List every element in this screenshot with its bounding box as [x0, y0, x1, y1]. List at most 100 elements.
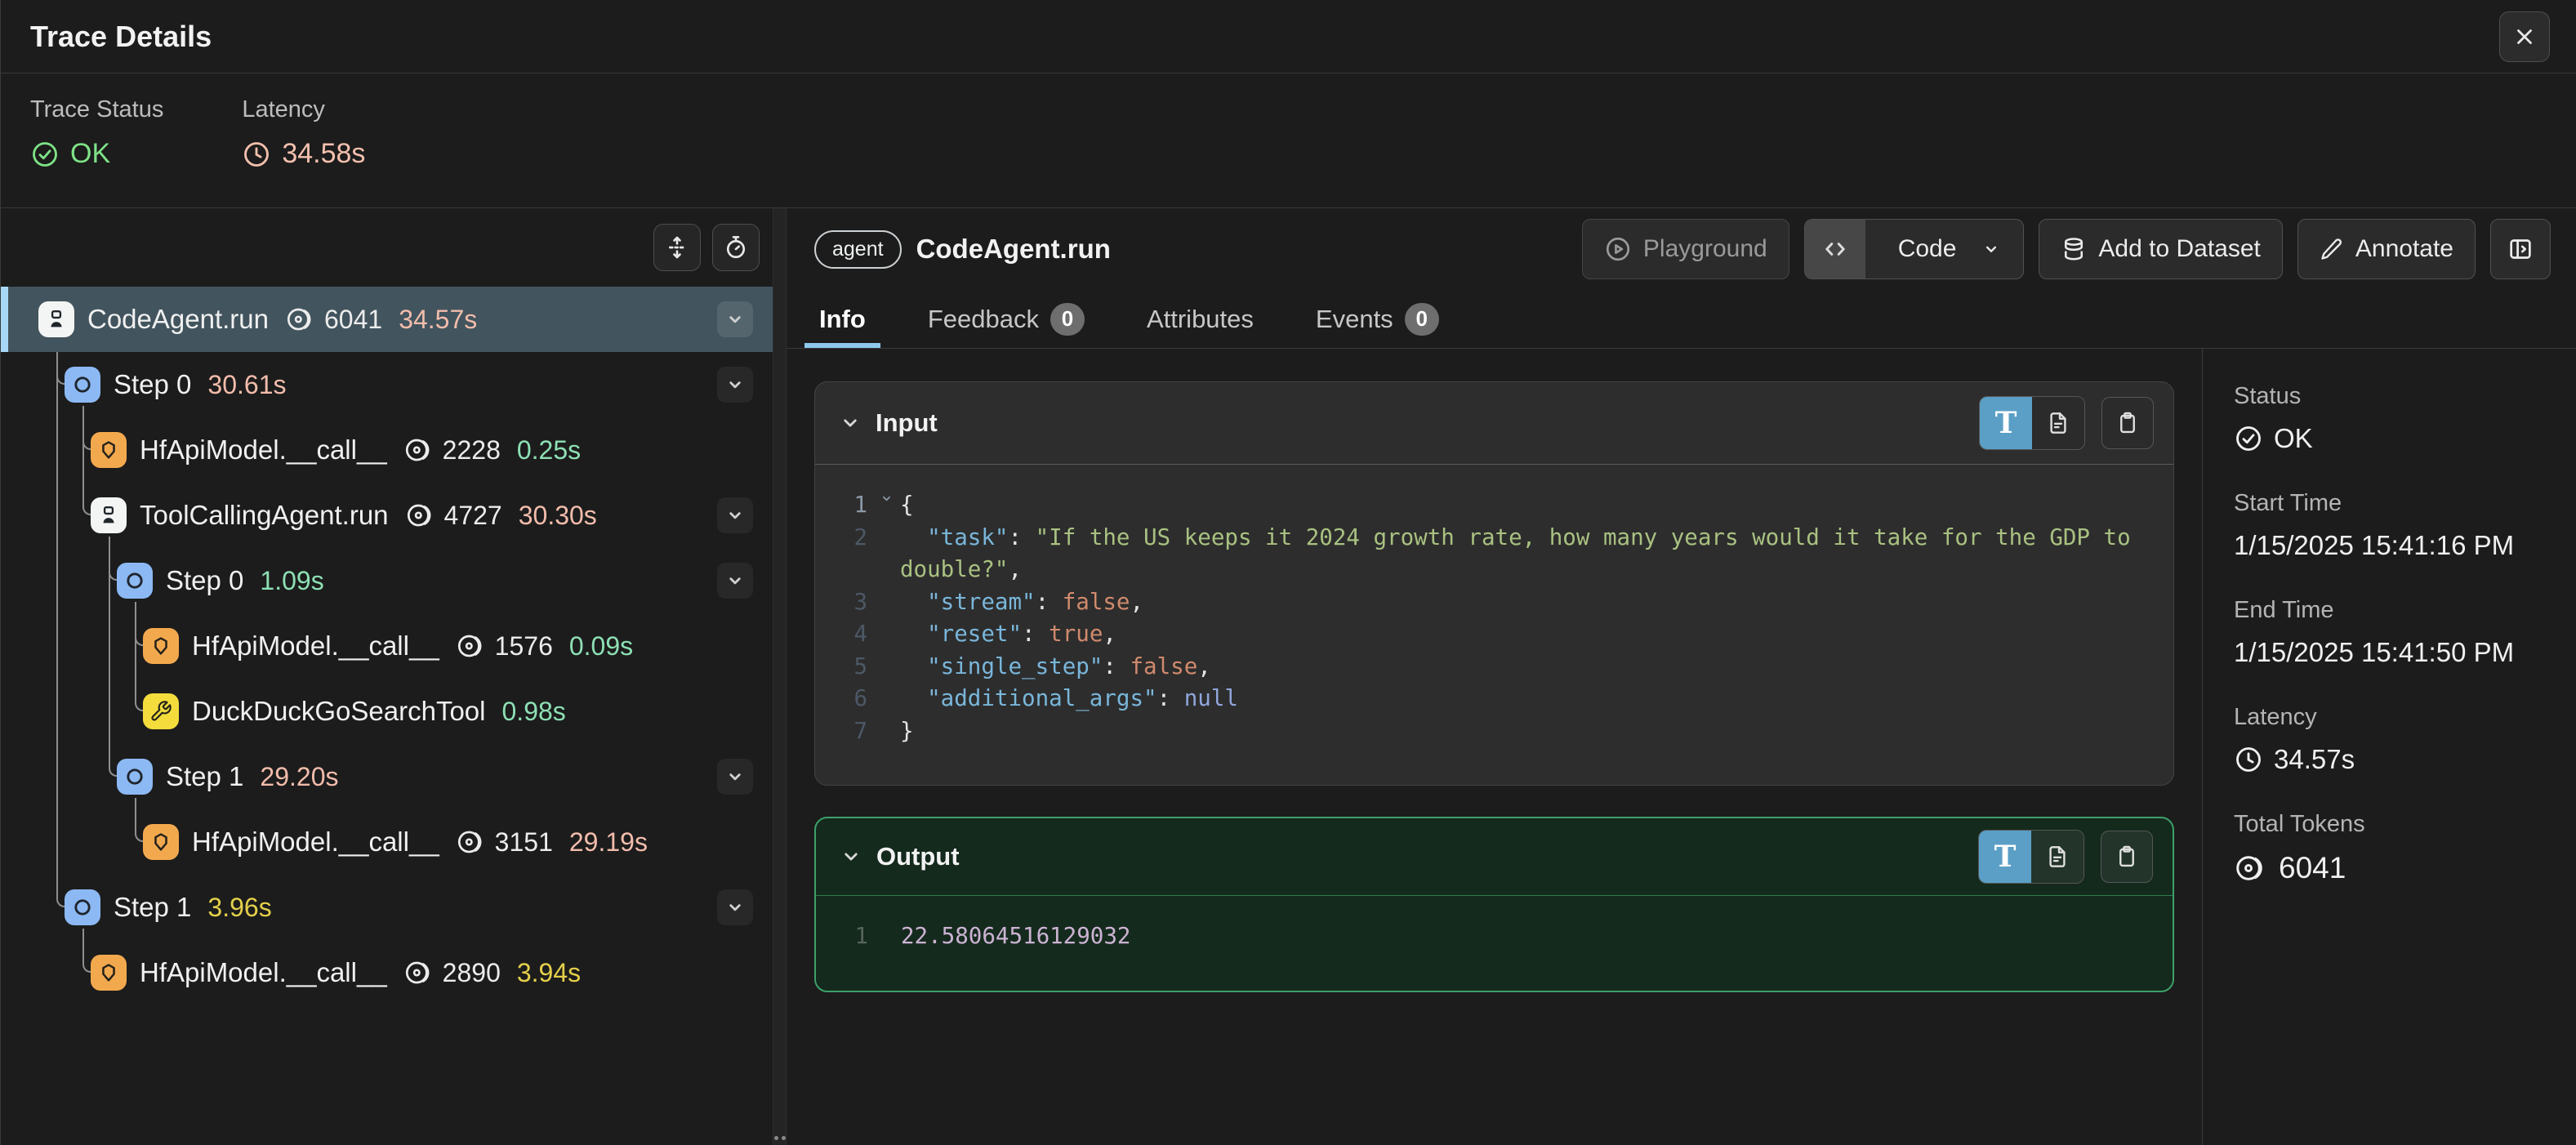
formatted-mode-button[interactable] [2031, 831, 2084, 883]
span-row-hfapimodel-call[interactable]: HfApiModel.__call__ 2228 0.25s [1, 417, 773, 483]
code-token [900, 685, 927, 711]
copy-button[interactable] [2101, 397, 2154, 449]
tokens-icon [403, 957, 435, 988]
token-count-value: 4727 [444, 501, 502, 531]
line-number: 1 [815, 489, 874, 522]
playground-button[interactable]: Playground [1582, 219, 1789, 279]
step-icon [65, 367, 100, 403]
output-section-title: Output [876, 842, 1978, 871]
span-label: Step 1 [114, 892, 191, 923]
collapse-chevron-button[interactable] [717, 301, 753, 337]
line-number: 3 [815, 586, 874, 619]
tokens-icon [405, 500, 436, 531]
format-select-dropdown[interactable]: Code [1804, 219, 2025, 279]
collapse-chevron-button[interactable] [717, 759, 753, 795]
tool-wrench-icon [143, 693, 179, 729]
span-row-step0[interactable]: Step 0 30.61s [1, 352, 773, 417]
text-mode-button[interactable]: T [1980, 397, 2032, 449]
fold-chevron-icon[interactable] [880, 492, 894, 506]
output-section: Output T [814, 817, 2174, 992]
clock-icon [242, 140, 271, 169]
chevron-down-icon [724, 504, 747, 527]
span-row-hfapimodel-call[interactable]: HfApiModel.__call__ 1576 0.09s [1, 613, 773, 679]
latency-label: Latency [2234, 704, 2560, 731]
token-count-value: 2890 [443, 958, 501, 988]
span-row-hfapimodel-call[interactable]: HfApiModel.__call__ 3151 29.19s [1, 809, 773, 875]
stopwatch-icon [723, 234, 749, 261]
copy-button[interactable] [2101, 831, 2153, 883]
token-count-value: 3151 [495, 827, 553, 858]
file-text-icon [2044, 844, 2070, 870]
annotate-label: Annotate [2355, 235, 2453, 263]
span-detail-panel: agent CodeAgent.run Playground Code [787, 208, 2576, 1145]
span-latency: 0.09s [569, 631, 633, 662]
line-number: 2 [815, 522, 874, 586]
code-brackets-icon [1805, 220, 1865, 278]
content-area: CodeAgent.run 6041 34.57s Step 0 [1, 208, 2576, 1145]
chevron-down-icon [838, 411, 862, 435]
code-token: : [1103, 653, 1130, 679]
code-token: "reset" [927, 621, 1022, 647]
text-mode-label: T [1995, 406, 2017, 440]
close-button[interactable] [2499, 11, 2550, 62]
code-token [900, 589, 927, 615]
chevron-down-icon [724, 765, 747, 788]
collapse-chevron-button[interactable] [717, 367, 753, 403]
annotate-button[interactable]: Annotate [2297, 219, 2476, 279]
line-number: 1 [816, 920, 875, 953]
latency-toggle-button[interactable] [712, 224, 760, 271]
status-group: Status OK [2234, 383, 2560, 454]
check-circle-icon [30, 140, 60, 169]
add-to-dataset-button[interactable]: Add to Dataset [2039, 219, 2282, 279]
model-icon [143, 824, 179, 860]
close-icon [2512, 25, 2537, 49]
code-token: "If the US keeps it 2024 growth rate, ho… [900, 524, 2144, 583]
token-count: 2228 [403, 434, 501, 466]
span-row-codeagent-run[interactable]: CodeAgent.run 6041 34.57s [1, 287, 773, 352]
output-code-editor[interactable]: 1 22.58064516129032 [816, 896, 2173, 991]
tab-info[interactable]: Info [814, 290, 871, 348]
code-token: , [1197, 653, 1211, 679]
span-row-toolcallingagent-run[interactable]: ToolCallingAgent.run 4727 30.30s [1, 483, 773, 548]
collapse-chevron-button[interactable] [717, 497, 753, 533]
span-row-step1[interactable]: Step 1 3.96s [1, 875, 773, 940]
trace-status-text: OK [70, 138, 110, 170]
tab-events[interactable]: Events 0 [1311, 290, 1444, 348]
chevron-down-icon [839, 844, 863, 869]
span-title: CodeAgent.run [916, 234, 1567, 265]
panel-toggle-icon [2507, 235, 2534, 263]
check-circle-icon [2234, 424, 2263, 453]
code-token [900, 653, 927, 679]
input-code-editor[interactable]: 1 { 2 "task": "If the US keeps it 2024 g… [815, 465, 2173, 785]
span-row-duckduckgosearchtool[interactable]: DuckDuckGoSearchTool 0.98s [1, 679, 773, 744]
span-row-step1-inner[interactable]: Step 1 29.20s [1, 744, 773, 809]
input-section-title: Input [876, 408, 1979, 438]
text-mode-button[interactable]: T [1979, 831, 2031, 883]
panel-resize-handle[interactable] [773, 208, 787, 1145]
start-time-label: Start Time [2234, 490, 2560, 517]
model-icon [143, 628, 179, 664]
view-mode-toggle: T [1978, 830, 2084, 884]
line-number: 7 [815, 715, 874, 748]
chevron-down-icon [724, 569, 747, 592]
tab-attributes[interactable]: Attributes [1142, 290, 1259, 348]
chevron-down-icon [724, 373, 747, 396]
span-row-step0-inner[interactable]: Step 0 1.09s [1, 548, 773, 613]
span-row-hfapimodel-call[interactable]: HfApiModel.__call__ 2890 3.94s [1, 940, 773, 1005]
code-token [900, 621, 927, 647]
formatted-mode-button[interactable] [2032, 397, 2084, 449]
info-tab-content: Input T [787, 349, 2202, 1145]
code-token: "additional_args" [927, 685, 1157, 711]
collapse-chevron-button[interactable] [717, 889, 753, 925]
expand-collapse-all-button[interactable] [653, 224, 701, 271]
input-section: Input T [814, 381, 2174, 786]
toggle-sidebar-button[interactable] [2490, 219, 2551, 279]
tab-feedback[interactable]: Feedback 0 [923, 290, 1090, 348]
format-select-value: Code [1898, 235, 1957, 263]
collapse-chevron-button[interactable] [717, 563, 753, 599]
model-icon [91, 955, 127, 991]
total-tokens-label: Total Tokens [2234, 811, 2560, 838]
input-section-header[interactable]: Input T [815, 382, 2173, 464]
tokens-icon [456, 630, 487, 662]
output-section-header[interactable]: Output T [816, 818, 2173, 895]
